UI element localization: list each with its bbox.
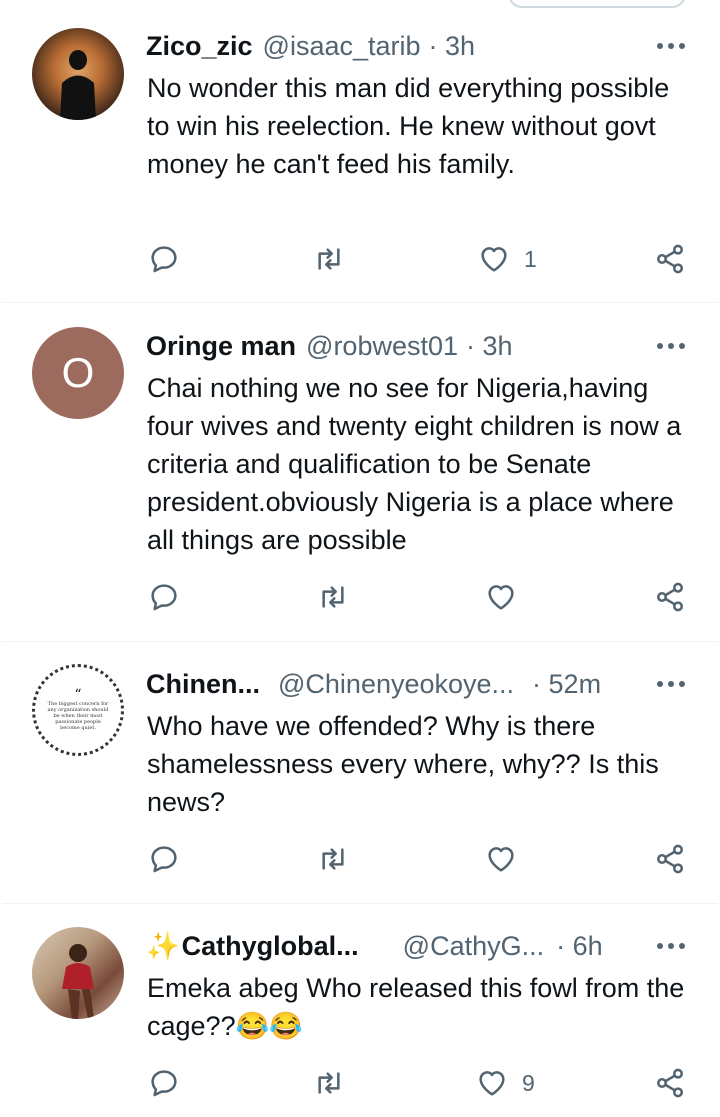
timestamp[interactable]: · 6h [556, 931, 603, 962]
tweet-text: Chai nothing we no see for Nigeria,havin… [147, 373, 682, 555]
display-name[interactable]: Oringe man [146, 331, 296, 362]
share-icon [657, 844, 683, 874]
retweet-button[interactable] [312, 243, 346, 275]
reply-icon [151, 1070, 177, 1097]
like-icon [479, 1071, 505, 1096]
like-button[interactable]: 1 [478, 243, 537, 275]
tweet-header: Chinen... @Chinenyeokoye... · 52m [146, 666, 720, 702]
like-icon [488, 847, 514, 872]
sparkles-emoji: ✨ [146, 931, 180, 961]
avatar[interactable] [32, 28, 124, 120]
retweet-icon [322, 586, 344, 608]
user-handle[interactable]: @robwest01 [306, 331, 458, 362]
avatar[interactable]: “ The biggest concern for any organizati… [32, 664, 124, 756]
share-icon [657, 1068, 683, 1098]
more-icon[interactable] [656, 41, 686, 51]
share-button[interactable] [654, 243, 686, 275]
retweet-icon [318, 248, 340, 270]
reply-button[interactable] [148, 243, 180, 275]
display-name[interactable]: Zico_zic [146, 31, 253, 62]
divider [2, 641, 718, 642]
retweet-button[interactable] [316, 843, 350, 875]
retweet-button[interactable] [316, 581, 350, 613]
tweet-actions [0, 843, 720, 883]
reply-button[interactable] [148, 843, 180, 875]
divider [2, 903, 718, 904]
reply-icon [151, 246, 177, 273]
share-icon [657, 582, 683, 612]
reply-icon [151, 584, 177, 611]
more-icon[interactable] [656, 341, 686, 351]
like-icon [488, 585, 514, 610]
avatar[interactable]: O [32, 327, 124, 419]
display-name[interactable]: Chinen... [146, 669, 260, 700]
retweet-button[interactable] [312, 1067, 346, 1099]
avatar-silhouette [60, 50, 96, 120]
display-name[interactable]: Cathyglobal... [182, 931, 359, 962]
avatar-person [62, 944, 94, 1019]
like-button[interactable]: 9 [476, 1067, 535, 1099]
reply-button[interactable] [148, 581, 180, 613]
user-handle[interactable]: @CathyG... [403, 931, 544, 962]
tweet-actions: 1 [0, 243, 720, 283]
reply-icon [151, 846, 177, 873]
like-count: 9 [522, 1069, 535, 1096]
tweet-header: Zico_zic @isaac_tarib · 3h [146, 28, 720, 64]
timestamp[interactable]: · 3h [466, 331, 513, 362]
reply-button[interactable] [148, 1067, 180, 1099]
share-button[interactable] [654, 1067, 686, 1099]
avatar[interactable] [32, 927, 124, 1019]
timestamp[interactable]: · 52m [532, 669, 601, 700]
more-icon[interactable] [656, 941, 686, 951]
retweet-icon [318, 1072, 340, 1094]
share-button[interactable] [654, 581, 686, 613]
timestamp[interactable]: · 3h [429, 31, 476, 62]
avatar-quote-text: The biggest concern for any organization… [47, 701, 109, 731]
tweet-header: ✨ Cathyglobal... @CathyG... · 6h [146, 928, 720, 964]
more-icon[interactable] [656, 679, 686, 689]
user-handle[interactable]: @isaac_tarib [263, 31, 421, 62]
divider [2, 302, 718, 303]
like-icon [481, 247, 507, 272]
like-count: 1 [524, 245, 537, 272]
tweet-text: Who have we offended? Why is there shame… [147, 711, 659, 817]
follow-button-fragment[interactable] [508, 0, 686, 8]
like-button[interactable] [485, 581, 517, 613]
tweet-text: No wonder this man did everything possib… [147, 73, 670, 179]
user-handle[interactable]: @Chinenyeokoye... [278, 669, 514, 700]
tweet-actions: 9 [0, 1067, 720, 1107]
tweet-actions [0, 581, 720, 621]
share-button[interactable] [654, 843, 686, 875]
retweet-icon [322, 848, 344, 870]
tweet-text: Emeka abeg Who released this fowl from t… [147, 973, 685, 1041]
like-button[interactable] [485, 843, 517, 875]
share-icon [657, 244, 683, 274]
tweet-header: Oringe man @robwest01 · 3h [146, 328, 720, 364]
avatar-letter: O [61, 349, 95, 396]
quote-icon: “ [74, 687, 82, 703]
